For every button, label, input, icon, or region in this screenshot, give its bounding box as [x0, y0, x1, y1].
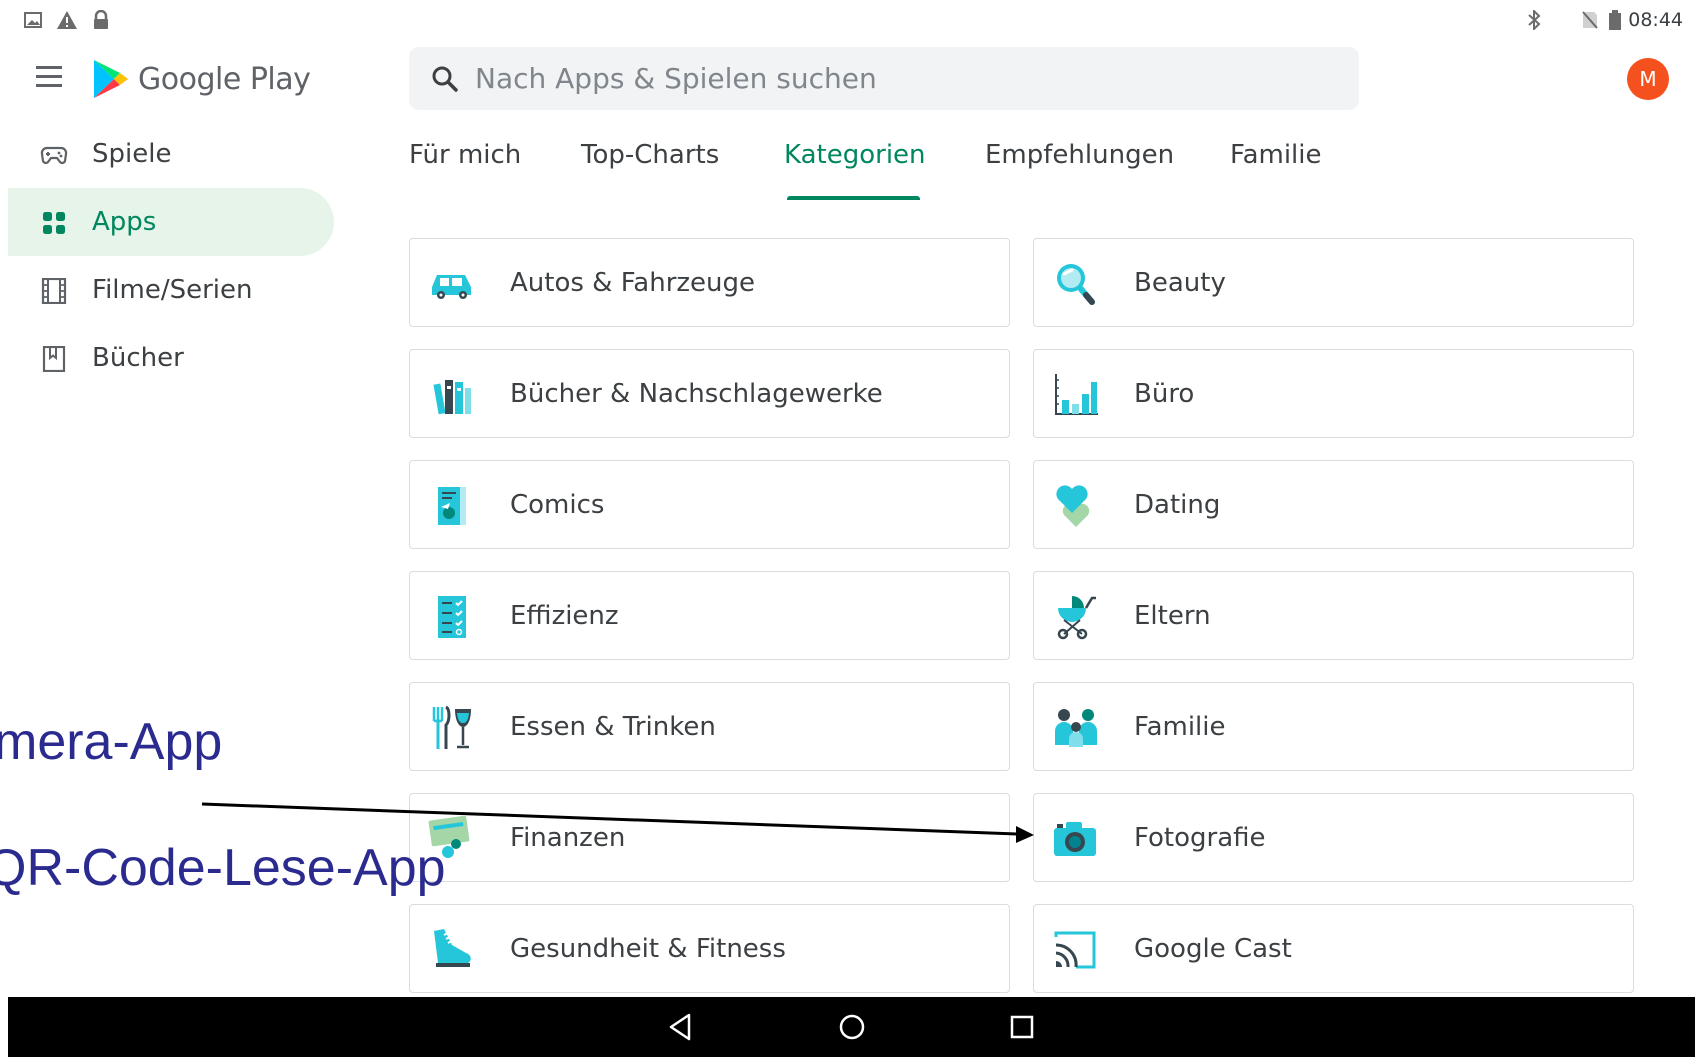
- battery-icon: [1608, 10, 1622, 30]
- category-label: Bücher & Nachschlagewerke: [510, 378, 883, 409]
- sidebar-item-buecher[interactable]: Bücher: [0, 324, 340, 392]
- fork-wine-icon: [432, 705, 471, 749]
- tab-kategorien[interactable]: Kategorien: [784, 140, 926, 170]
- sidebar-item-filme-serien[interactable]: Filme/Serien: [0, 256, 340, 324]
- bookmark-book-icon: [42, 346, 66, 372]
- tab-top-charts[interactable]: Top-Charts: [581, 140, 719, 170]
- category-card-finanzen[interactable]: Finanzen: [409, 793, 1010, 882]
- category-card-fotografie[interactable]: Fotografie: [1033, 793, 1634, 882]
- category-card-gesundheit-fitness[interactable]: Gesundheit & Fitness: [409, 904, 1010, 993]
- category-card-comics[interactable]: Comics: [409, 460, 1010, 549]
- category-card-buecher[interactable]: Bücher & Nachschlagewerke: [409, 349, 1010, 438]
- recent-apps-icon[interactable]: [1002, 1007, 1042, 1047]
- hamburger-menu-icon[interactable]: [36, 66, 64, 90]
- avatar[interactable]: M: [1627, 58, 1669, 100]
- category-label: Beauty: [1134, 267, 1226, 298]
- category-label: Effizienz: [510, 600, 619, 631]
- sidebar-item-label: Bücher: [92, 343, 184, 373]
- category-card-essen-trinken[interactable]: Essen & Trinken: [409, 682, 1010, 771]
- sidebar-item-label: Filme/Serien: [92, 275, 253, 305]
- clock-time: 08:44: [1628, 9, 1683, 31]
- checklist-icon: [438, 596, 466, 638]
- android-navigation-bar: [8, 997, 1695, 1057]
- category-label: Gesundheit & Fitness: [510, 933, 786, 964]
- category-card-autos[interactable]: Autos & Fahrzeuge: [409, 238, 1010, 327]
- sneaker-icon: [434, 929, 471, 967]
- annotation-camera-app: mera-App: [0, 713, 223, 771]
- film-icon: [41, 278, 67, 304]
- category-label: Essen & Trinken: [510, 711, 716, 742]
- tab-empfehlungen[interactable]: Empfehlungen: [985, 140, 1174, 170]
- car-icon: [432, 275, 471, 299]
- category-card-familie[interactable]: Familie: [1033, 682, 1634, 771]
- tab-familie[interactable]: Familie: [1230, 140, 1322, 170]
- gamepad-icon: [40, 146, 68, 165]
- google-play-logo[interactable]: Google Play: [92, 58, 311, 100]
- category-label: Autos & Fahrzeuge: [510, 267, 756, 298]
- comic-icon: [438, 487, 466, 525]
- logo-text: Google Play: [138, 61, 311, 97]
- sidebar-item-spiele[interactable]: Spiele: [0, 120, 340, 188]
- sidebar-item-apps[interactable]: Apps: [8, 188, 334, 256]
- active-tab-indicator: [787, 196, 920, 200]
- hearts-icon: [1056, 485, 1090, 527]
- bluetooth-icon: [1527, 10, 1541, 30]
- sidebar-item-label: Apps: [92, 207, 157, 237]
- search-icon: [432, 66, 458, 92]
- category-card-dating[interactable]: Dating: [1033, 460, 1634, 549]
- home-icon[interactable]: [832, 1007, 872, 1047]
- category-card-eltern[interactable]: Eltern: [1033, 571, 1634, 660]
- apps-grid-icon: [43, 212, 65, 234]
- back-icon[interactable]: [661, 1007, 701, 1047]
- category-label: Finanzen: [510, 822, 626, 853]
- beauty-mirror-icon: [1057, 264, 1095, 305]
- category-label: Eltern: [1134, 600, 1211, 631]
- bar-chart-icon: [1055, 374, 1098, 415]
- category-label: Google Cast: [1134, 933, 1292, 964]
- image-notification-icon: [24, 10, 42, 30]
- category-label: Büro: [1134, 378, 1195, 409]
- category-card-beauty[interactable]: Beauty: [1033, 238, 1634, 327]
- category-card-effizienz[interactable]: Effizienz: [409, 571, 1010, 660]
- books-icon: [433, 380, 471, 415]
- stroller-icon: [1057, 596, 1096, 640]
- family-icon: [1055, 709, 1097, 747]
- tab-fuer-mich[interactable]: Für mich: [409, 140, 521, 170]
- camera-icon: [1054, 822, 1096, 856]
- search-input[interactable]: [475, 62, 1295, 95]
- sidebar-item-label: Spiele: [92, 139, 172, 169]
- category-label: Familie: [1134, 711, 1226, 742]
- category-label: Fotografie: [1134, 822, 1266, 853]
- no-sim-icon: [1582, 10, 1598, 30]
- category-card-google-cast[interactable]: Google Cast: [1033, 904, 1634, 993]
- category-label: Comics: [510, 489, 605, 520]
- play-triangle-icon: [94, 60, 128, 98]
- annotation-qr-code-app: QR-Code-Lese-App: [0, 839, 446, 897]
- warning-icon: [56, 10, 78, 30]
- cast-icon: [1054, 931, 1096, 969]
- sidebar: Spiele Apps Filme/Serien Bücher: [0, 120, 340, 392]
- category-card-buero[interactable]: Büro: [1033, 349, 1634, 438]
- lock-icon: [92, 10, 110, 30]
- category-label: Dating: [1134, 489, 1221, 520]
- search-bar[interactable]: [409, 47, 1359, 110]
- status-bar: 08:44: [0, 0, 1695, 40]
